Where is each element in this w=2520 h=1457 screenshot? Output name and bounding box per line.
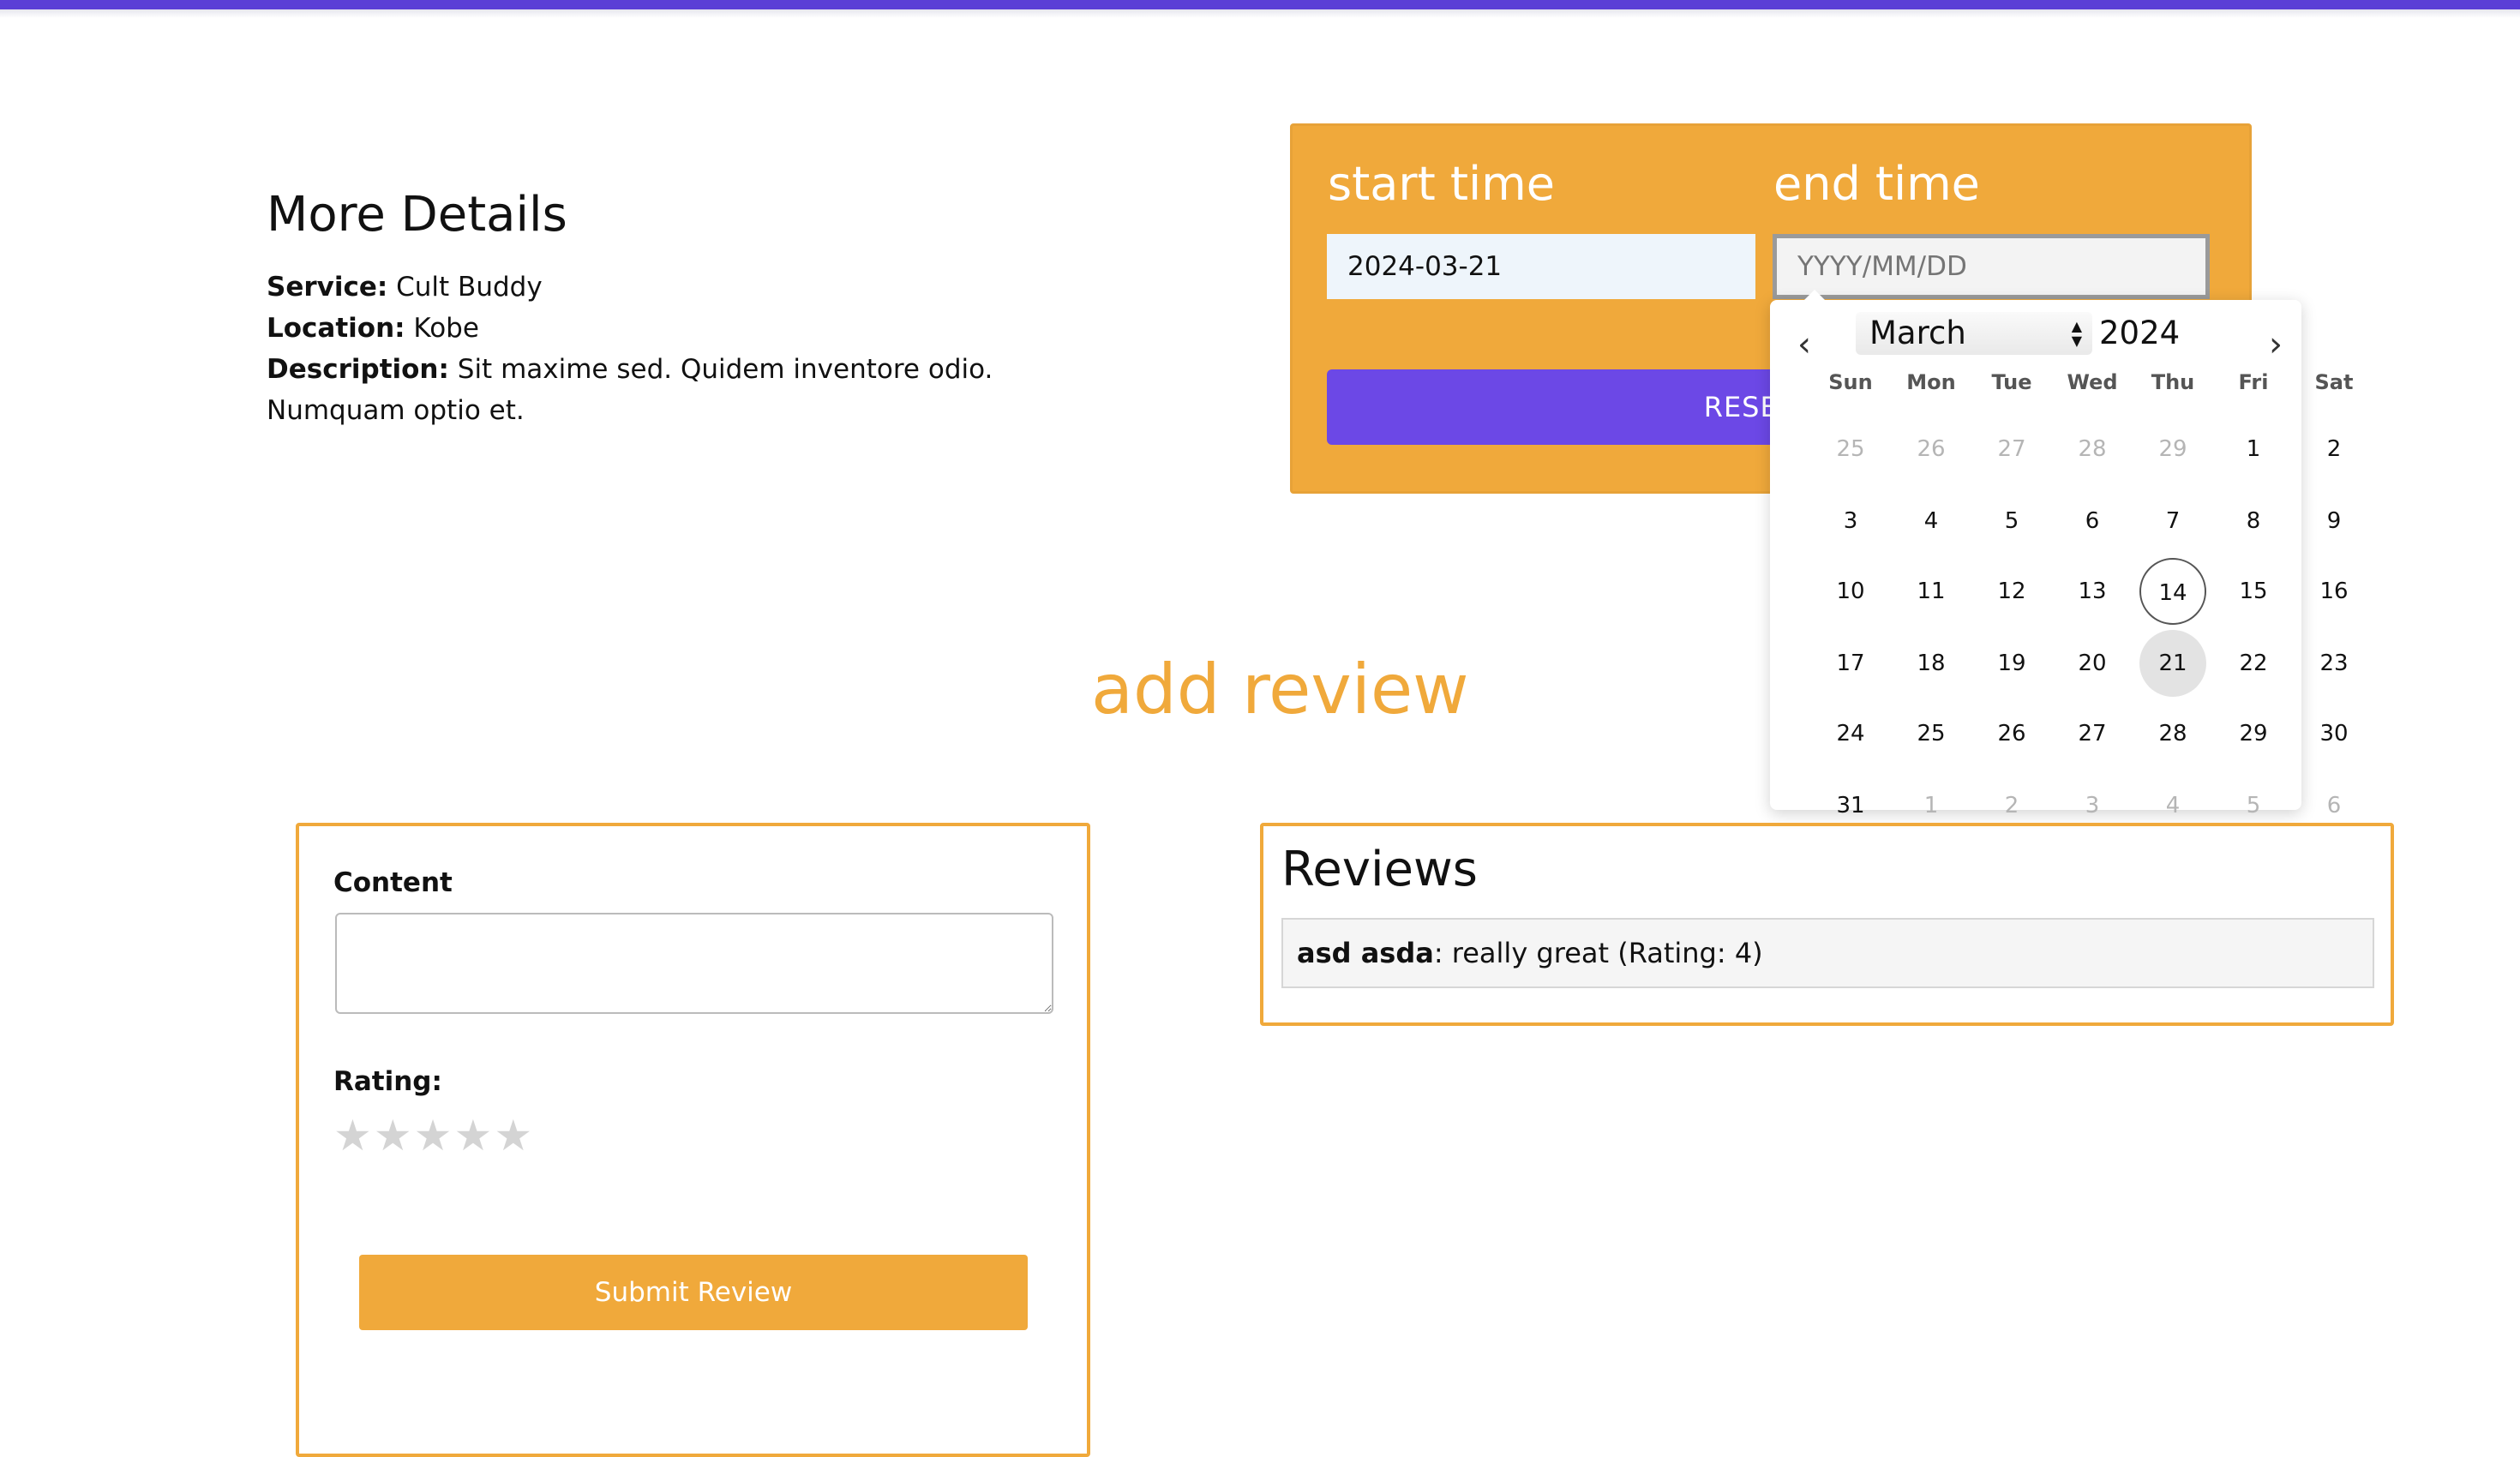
location-label: Location: — [267, 313, 405, 344]
weekday-label: Sat — [2314, 370, 2354, 394]
calendar-day[interactable]: 26 — [1978, 700, 2045, 767]
calendar-day[interactable]: 3 — [1817, 488, 1884, 555]
review-item: asd asda: really great (Rating: 4) — [1281, 918, 2374, 988]
calendar-day[interactable]: 30 — [2301, 700, 2367, 767]
more-details-section: More Details Service: Cult Buddy Locatio… — [267, 187, 1038, 431]
reviews-title: Reviews — [1281, 842, 1478, 897]
end-time-input[interactable] — [1773, 234, 2210, 299]
month-select-value: March — [1869, 315, 1966, 351]
add-review-heading: add review — [1091, 650, 1469, 729]
star-icon[interactable]: ★ — [494, 1111, 534, 1160]
location-value: Kobe — [413, 313, 479, 344]
top-nav-bar — [0, 0, 2520, 9]
start-time-label: start time — [1328, 157, 1555, 211]
content-textarea[interactable] — [335, 913, 1053, 1014]
top-nav-shadow — [0, 9, 2520, 18]
calendar-day[interactable]: 25 — [1817, 416, 1884, 483]
datepicker-caret — [1804, 290, 1825, 300]
select-arrows-icon: ▲ ▼ — [2071, 318, 2082, 349]
star-icon[interactable]: ★ — [453, 1111, 494, 1160]
calendar-day[interactable]: 28 — [2059, 416, 2126, 483]
rating-label: Rating: — [333, 1066, 442, 1097]
review-text: : really great (Rating: 4) — [1433, 937, 1763, 969]
weekday-label: Thu — [2151, 370, 2195, 394]
service-label: Service: — [267, 272, 388, 303]
calendar-day[interactable]: 29 — [2139, 416, 2206, 483]
star-icon[interactable]: ★ — [333, 1111, 374, 1160]
calendar-day[interactable]: 11 — [1898, 558, 1965, 625]
calendar-day[interactable]: 2 — [2301, 416, 2367, 483]
calendar-day[interactable]: 1 — [2220, 416, 2287, 483]
calendar-day[interactable]: 27 — [2059, 700, 2126, 767]
end-time-label: end time — [1773, 157, 1980, 211]
chevron-right-icon[interactable]: › — [2259, 327, 2293, 362]
calendar-day[interactable]: 25 — [1898, 700, 1965, 767]
calendar-day[interactable]: 20 — [2059, 630, 2126, 697]
details-title: More Details — [267, 187, 567, 243]
year-select[interactable]: 2024 — [2099, 312, 2180, 355]
calendar-day[interactable]: 14 — [2139, 558, 2206, 625]
reviews-section: Reviews asd asda: really great (Rating: … — [1260, 823, 2394, 1026]
calendar-day[interactable]: 27 — [1978, 416, 2045, 483]
calendar-day[interactable]: 6 — [2059, 488, 2126, 555]
calendar-day[interactable]: 7 — [2139, 488, 2206, 555]
calendar-day[interactable]: 12 — [1978, 558, 2045, 625]
start-time-input[interactable] — [1327, 234, 1755, 299]
calendar-day[interactable]: 8 — [2220, 488, 2287, 555]
calendar-day[interactable]: 22 — [2220, 630, 2287, 697]
calendar-day[interactable]: 13 — [2059, 558, 2126, 625]
star-icon[interactable]: ★ — [414, 1111, 454, 1160]
calendar-day[interactable]: 29 — [2220, 700, 2287, 767]
calendar-day[interactable]: 5 — [1978, 488, 2045, 555]
weekday-label: Sun — [1828, 370, 1873, 394]
review-form: Content Rating: ★★★★★ Submit Review — [296, 823, 1090, 1457]
weekday-header: Sun Mon Tue Wed Thu Fri Sat — [1770, 370, 2353, 396]
weekday-label: Tue — [1991, 370, 2032, 394]
location-line: Location: Kobe — [267, 308, 1038, 349]
datepicker-popup: ‹ March ▲ ▼ 2024 › Sun Mon Tue Wed Thu Fri Sat … — [1770, 290, 2353, 818]
description-label: Description: — [267, 354, 449, 385]
calendar-day[interactable]: 23 — [2301, 630, 2367, 697]
calendar-day[interactable]: 18 — [1898, 630, 1965, 697]
review-author: asd asda — [1297, 937, 1434, 969]
month-select[interactable]: March ▲ ▼ — [1856, 312, 2092, 355]
calendar-day[interactable]: 9 — [2301, 488, 2367, 555]
service-value: Cult Buddy — [396, 272, 543, 303]
star-icon[interactable]: ★ — [374, 1111, 414, 1160]
weekday-label: Mon — [1906, 370, 1956, 394]
calendar-day[interactable]: 10 — [1817, 558, 1884, 625]
calendar-day[interactable]: 4 — [1898, 488, 1965, 555]
calendar-day[interactable]: 24 — [1817, 700, 1884, 767]
calendar-day[interactable]: 26 — [1898, 416, 1965, 483]
calendar-day[interactable]: 19 — [1978, 630, 2045, 697]
rating-stars: ★★★★★ — [333, 1111, 534, 1160]
calendar-day[interactable]: 17 — [1817, 630, 1884, 697]
submit-review-button[interactable]: Submit Review — [359, 1255, 1028, 1330]
service-line: Service: Cult Buddy — [267, 267, 1038, 308]
calendar-day[interactable]: 28 — [2139, 700, 2206, 767]
calendar-day[interactable]: 16 — [2301, 558, 2367, 625]
chevron-left-icon[interactable]: ‹ — [1787, 327, 1821, 362]
calendar-day[interactable]: 15 — [2220, 558, 2287, 625]
content-label: Content — [333, 867, 453, 898]
calendar-day[interactable]: 21 — [2139, 630, 2206, 697]
weekday-label: Fri — [2238, 370, 2269, 394]
description-line: Description: Sit maxime sed. Quidem inve… — [267, 349, 1038, 431]
weekday-label: Wed — [2067, 370, 2118, 394]
